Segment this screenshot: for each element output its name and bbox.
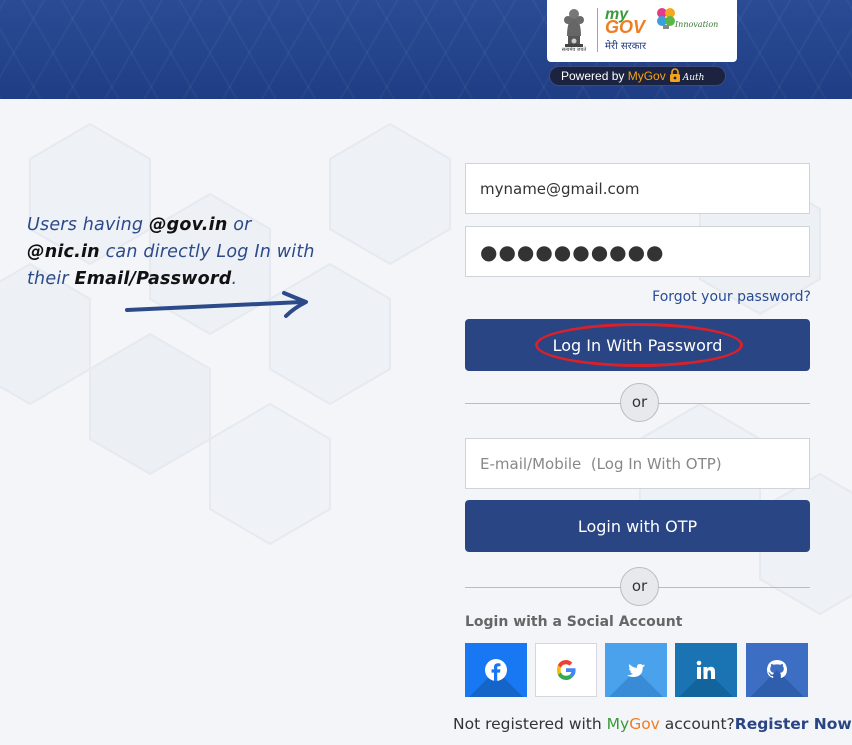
login-with-otp-label: Login with OTP <box>577 516 698 536</box>
forgot-password-link[interactable]: Forgot your password? <box>600 289 811 305</box>
google-login-button[interactable] <box>535 643 597 697</box>
note-gov-domain: @gov.in <box>148 215 228 235</box>
facebook-icon <box>485 659 507 681</box>
emblem-caption: सत्यमेव जयते <box>561 47 587 53</box>
arrow-right-icon <box>125 291 308 318</box>
or-separator: or <box>620 383 659 422</box>
note-text-4: . <box>231 269 238 289</box>
innovation-bulb-icon <box>657 8 675 29</box>
email-field[interactable] <box>465 163 810 214</box>
note-email-password: Email/Password <box>74 269 232 289</box>
logo-tagline: मेरी सरकार <box>605 41 647 52</box>
powered-by-brand: MyGov <box>627 69 666 83</box>
facebook-login-button[interactable] <box>465 643 527 697</box>
twitter-icon <box>626 663 646 678</box>
login-with-password-label: Log In With Password <box>552 335 723 355</box>
powered-by-auth: Auth <box>682 73 705 83</box>
logo-innovation: Innovation <box>675 20 719 29</box>
register-brand-gov: Gov <box>629 715 660 733</box>
otp-email-mobile-input[interactable] <box>465 438 810 489</box>
logo-divider <box>597 8 598 52</box>
linkedin-icon <box>696 660 715 679</box>
github-login-button[interactable] <box>746 643 808 697</box>
social-login-heading: Login with a Social Account <box>465 614 683 630</box>
header-bar: सत्यमेव जयते my GOV मेरी सरकार Innovatio… <box>0 0 852 99</box>
register-brand-my: My <box>606 715 630 733</box>
google-icon <box>556 660 576 680</box>
or-separator: or <box>620 567 659 606</box>
note-text-1: Users having <box>27 215 149 235</box>
note-nic-domain: @nic.in <box>27 242 100 262</box>
note-text-2: or <box>227 215 252 235</box>
lock-icon <box>669 68 680 82</box>
twitter-login-button[interactable] <box>605 643 667 697</box>
mygov-logo: सत्यमेव जयते my GOV मेरी सरकार Innovatio… <box>547 0 737 62</box>
register-suffix: account? <box>659 715 735 733</box>
github-icon <box>767 660 787 679</box>
powered-by-prefix: Powered by <box>561 69 628 83</box>
register-now-link[interactable]: Register Now <box>735 715 852 733</box>
register-prompt: Not registered with MyGov account?Regist… <box>453 715 852 733</box>
login-with-otp-button[interactable]: Login with OTP <box>465 500 810 552</box>
powered-by-badge: Powered by MyGov Auth <box>549 66 726 86</box>
login-hint-note: Users having @gov.in or @nic.in can dire… <box>27 212 327 293</box>
register-prefix: Not registered with <box>453 715 607 733</box>
login-with-password-button[interactable]: Log In With Password <box>465 319 810 371</box>
linkedin-login-button[interactable] <box>675 643 737 697</box>
logo-gov: GOV <box>605 17 646 37</box>
password-field[interactable] <box>465 226 810 277</box>
